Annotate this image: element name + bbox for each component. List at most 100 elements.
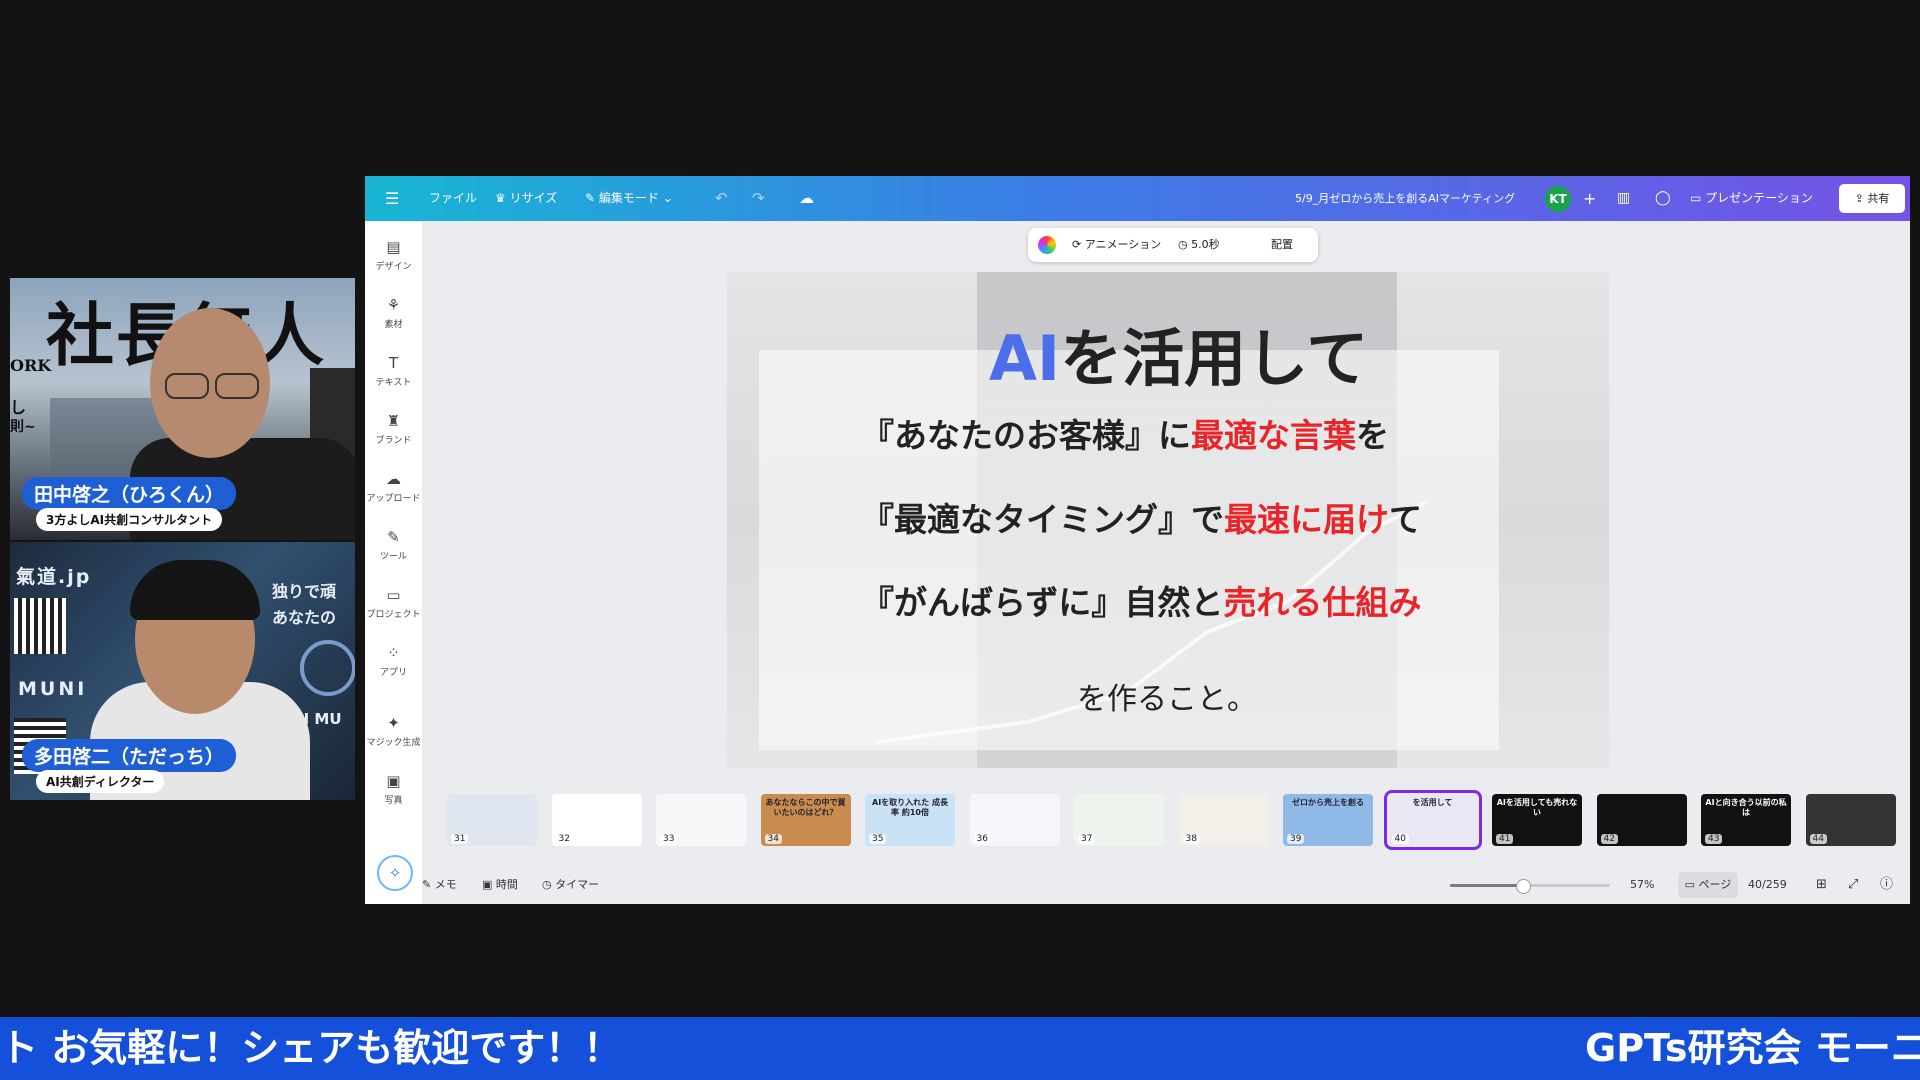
animation-icon: ⟳: [1072, 238, 1085, 251]
sidebar-item-design[interactable]: ▤ デザイン: [365, 237, 422, 272]
thumbnail-number: 36: [973, 834, 991, 844]
clock-icon: ▣: [482, 878, 496, 891]
slide-thumbnail[interactable]: 33: [656, 794, 746, 846]
thumbnail-caption: AIと向き合う以前の私は: [1705, 798, 1787, 817]
photo-icon: ▣: [386, 772, 401, 790]
duration-toggle[interactable]: ▣ 時間: [482, 866, 518, 904]
thumbnail-number: 34: [764, 834, 782, 844]
page-count[interactable]: 40/259: [1748, 866, 1787, 904]
animation-button[interactable]: ⟳ アニメーション: [1072, 228, 1161, 262]
thumbnail-number: 33: [660, 834, 678, 844]
pages-icon: ▭: [1684, 878, 1699, 891]
thumbnail-number: 39: [1287, 834, 1305, 844]
add-collaborator-icon[interactable]: +: [1583, 176, 1596, 221]
slide-thumbnail[interactable]: AIと向き合う以前の私は 43: [1701, 794, 1791, 846]
thumbnail-caption: AIを取り入れた 成長率 約10倍: [872, 798, 948, 817]
sidebar-item-upload[interactable]: ☁ アップロード: [365, 469, 422, 504]
slide-thumbnail[interactable]: を活用して 40: [1383, 790, 1482, 850]
insights-chart-icon[interactable]: ▥: [1617, 176, 1630, 221]
qr-code: [14, 598, 66, 654]
fullscreen-icon[interactable]: ⤢: [1848, 866, 1858, 904]
file-menu[interactable]: ファイル: [429, 176, 477, 221]
crown-icon: ♛: [495, 191, 510, 205]
zoom-slider[interactable]: [1450, 879, 1610, 894]
participant-role: 3方よしAI共創コンサルタント: [36, 508, 223, 531]
slide-line-3: 『がんばらずに』自然と売れる仕組み: [861, 583, 1422, 622]
user-avatar[interactable]: KT: [1545, 186, 1571, 212]
top-toolbar: ☰ ファイル ♛ リサイズ ✎ 編集モード ⌄ ↶ ↷ ☁ 5/9_月ゼロから売…: [365, 176, 1910, 221]
slide-closing: を作ること。: [1077, 682, 1257, 717]
thumbnail-caption: を活用して: [1412, 798, 1453, 807]
help-icon[interactable]: ⓘ: [1880, 866, 1893, 904]
ticker-text-right: GPTs研究会 モーニ: [1585, 1026, 1920, 1070]
thumbnail-caption: ゼロから売上を創る: [1292, 798, 1364, 807]
color-picker-icon[interactable]: [1038, 236, 1056, 254]
clock-icon: ◷: [1178, 238, 1192, 251]
slide-thumbnail[interactable]: 37: [1074, 794, 1164, 846]
slide-line-2: 『最適なタイミング』で最速に届けて: [861, 500, 1422, 539]
slide-thumbnail[interactable]: AIを活用しても売れない 41: [1492, 794, 1582, 846]
edit-mode-dropdown[interactable]: ✎ 編集モード ⌄: [585, 176, 673, 221]
thumbnail-number: 37: [1078, 834, 1096, 844]
sidebar-item-projects[interactable]: ▭ プロジェクト: [365, 585, 422, 620]
slide-line-1: 『あなたのお客様』に最適な言葉を: [861, 416, 1389, 455]
slide-thumbnail[interactable]: 32: [551, 794, 642, 846]
slide-thumbnail[interactable]: 36: [969, 794, 1060, 846]
slide-thumbnail[interactable]: 38: [1178, 794, 1269, 846]
sidebar-item-brand[interactable]: ♜ ブランド: [365, 411, 422, 446]
grid-view-icon[interactable]: ⊞: [1816, 866, 1827, 904]
zoom-level[interactable]: 57%: [1630, 866, 1654, 904]
arrange-button[interactable]: 配置: [1271, 228, 1293, 262]
participant-name: 多田啓二（ただっち）: [22, 739, 237, 772]
zoom-slider-fill: [1450, 884, 1522, 887]
redo-icon[interactable]: ↷: [752, 176, 765, 221]
thumbnail-number: 35: [869, 834, 887, 844]
present-button[interactable]: ▭ プレゼンテーション: [1690, 176, 1813, 221]
pages-button[interactable]: ▭ ページ: [1678, 872, 1738, 898]
timer-button[interactable]: ◷ タイマー: [542, 866, 599, 904]
thumbnail-number: 31: [451, 834, 469, 844]
ticker-text-left: ト お気軽に！シェアも歓迎です！！: [0, 1026, 622, 1070]
sidebar-item-photos[interactable]: ▣ 写真: [365, 771, 422, 806]
comment-icon[interactable]: ◯: [1655, 176, 1671, 221]
document-title[interactable]: 5/9_月ゼロから売上を創るAIマーケティング: [1295, 176, 1515, 221]
slide-thumbnail[interactable]: 44: [1805, 794, 1896, 846]
notes-button[interactable]: ✎ メモ: [422, 866, 457, 904]
slide-thumbnail[interactable]: 42: [1596, 794, 1687, 846]
assistant-icon[interactable]: ✧: [377, 855, 413, 891]
zoom-slider-handle[interactable]: [1516, 879, 1531, 894]
menu-icon[interactable]: ☰: [385, 176, 399, 221]
canva-editor-window: ☰ ファイル ♛ リサイズ ✎ 編集モード ⌄ ↶ ↷ ☁ 5/9_月ゼロから売…: [365, 176, 1910, 904]
sidebar-item-elements[interactable]: ⚘ 素材: [365, 295, 422, 330]
slide-thumbnail-strip: 31 32 33 あなたならこの中で買いたいのはどれ？ 34 AIを取り入れた 成長率 約…: [447, 790, 1897, 850]
magic-icon: ✦: [387, 714, 400, 732]
thumbnail-number: 43: [1705, 834, 1723, 844]
slide-canvas[interactable]: AIを活用して 『あなたのお客様』に最適な言葉を 『最適なタイミング』で最速に届…: [727, 272, 1609, 768]
chevron-down-icon: ⌄: [658, 191, 673, 205]
sidebar-item-tools[interactable]: ✎ ツール: [365, 527, 422, 562]
slide-thumbnail[interactable]: あなたならこの中で買いたいのはどれ？ 34: [760, 794, 851, 846]
thumbnail-number: 38: [1182, 834, 1200, 844]
undo-icon[interactable]: ↶: [715, 176, 728, 221]
resize-button[interactable]: ♛ リサイズ: [495, 176, 557, 221]
sidebar-item-magic[interactable]: ✦ マジック生成: [365, 713, 422, 748]
duration-button[interactable]: ◷ 5.0秒: [1178, 228, 1220, 262]
slide-thumbnail[interactable]: ゼロから売上を創る 39: [1283, 794, 1373, 846]
thumbnail-number: 32: [555, 834, 573, 844]
left-sidebar: ▤ デザイン ⚘ 素材 T テキスト ♜ ブランド ☁ アップロード ✎ ツール ▭ プロジェ…: [365, 221, 422, 904]
upload-icon: ☁: [386, 470, 401, 488]
sidebar-item-text[interactable]: T テキスト: [365, 353, 422, 388]
background-sign-text: 氣道.jp: [16, 566, 92, 588]
sidebar-item-apps[interactable]: ⁘ アプリ: [365, 643, 422, 678]
share-icon: ⇪: [1854, 192, 1868, 205]
tools-icon: ✎: [387, 528, 400, 546]
text-icon: T: [388, 354, 399, 372]
cloud-sync-icon[interactable]: ☁: [799, 176, 814, 221]
bottom-toolbar: ✎ メモ ▣ 時間 ◷ タイマー 57% ▭ ページ 40/259 ⊞ ⤢ ⓘ: [422, 866, 1910, 904]
background-sign-text: MUNI: [18, 678, 88, 700]
thumbnail-number: 44: [1809, 834, 1827, 844]
thumbnail-caption: あなたならこの中で買いたいのはどれ？: [765, 798, 846, 817]
share-button[interactable]: ⇪ 共有: [1839, 184, 1905, 213]
slide-thumbnail[interactable]: AIを取り入れた 成長率 約10倍 35: [865, 794, 955, 846]
slide-thumbnail[interactable]: 31: [447, 794, 537, 846]
